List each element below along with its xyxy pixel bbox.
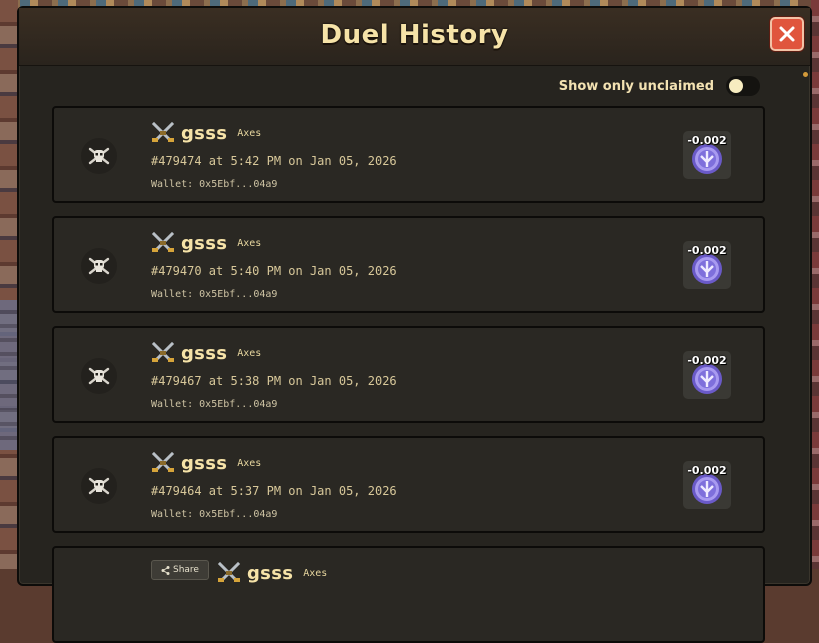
reward-amount: -0.002 [687, 464, 727, 477]
reward-amount: -0.002 [687, 244, 727, 257]
opponent-name: gsss [181, 122, 228, 144]
share-button[interactable]: Share [151, 560, 209, 580]
duel-meta: #479467 at 5:38 PM on Jan 05, 2026 [151, 374, 397, 388]
opponent-name: gsss [181, 452, 228, 474]
duel-title-row: gsss Axes [151, 232, 261, 254]
opponent-avatar [81, 358, 117, 394]
wallet-address: Wallet: 0x5Ebf...04a9 [151, 179, 278, 190]
purple-coin-icon [692, 254, 722, 284]
weapon-type: Axes [237, 347, 262, 359]
crossed-swords-icon [151, 342, 175, 363]
opponent-avatar [81, 138, 117, 174]
wallet-address: Wallet: 0x5Ebf...04a9 [151, 509, 278, 520]
duel-title-row: gsss Axes [217, 562, 327, 584]
duel-card[interactable]: gsss Axes #479467 at 5:38 PM on Jan 05, … [52, 326, 765, 423]
skull-crossbones-icon [88, 367, 110, 385]
weapon-type: Axes [237, 457, 262, 469]
opponent-name: gsss [181, 342, 228, 364]
close-icon [779, 26, 795, 42]
scroll-indicator-dot [803, 72, 808, 77]
wallet-address: Wallet: 0x5Ebf...04a9 [151, 399, 278, 410]
skull-crossbones-icon [88, 477, 110, 495]
purple-coin-icon [692, 364, 722, 394]
weapon-type: Axes [237, 237, 262, 249]
wallet-address: Wallet: 0x5Ebf...04a9 [151, 289, 278, 300]
reward-badge[interactable]: -0.002 [683, 351, 731, 399]
modal-header: Duel History [19, 8, 810, 66]
duel-card[interactable]: gsss Axes #479474 at 5:42 PM on Jan 05, … [52, 106, 765, 203]
duel-meta: #479470 at 5:40 PM on Jan 05, 2026 [151, 264, 397, 278]
crossed-swords-icon [217, 562, 241, 583]
crossed-swords-icon [151, 122, 175, 143]
opponent-name: gsss [181, 232, 228, 254]
share-icon [161, 565, 170, 575]
background-right-strip [811, 0, 819, 569]
duel-history-modal: Duel History Show only unclaimed gsss Ax… [17, 6, 812, 643]
unclaimed-filter: Show only unclaimed [559, 76, 760, 96]
weapon-type: Axes [237, 127, 262, 139]
purple-coin-icon [692, 474, 722, 504]
opponent-name: gsss [247, 562, 294, 584]
crossed-swords-icon [151, 452, 175, 473]
reward-badge[interactable]: -0.002 [683, 131, 731, 179]
reward-amount: -0.002 [687, 134, 727, 147]
duel-card[interactable]: gsss Axes #479464 at 5:37 PM on Jan 05, … [52, 436, 765, 533]
crossed-swords-icon [151, 232, 175, 253]
opponent-avatar [81, 248, 117, 284]
duel-title-row: gsss Axes [151, 122, 261, 144]
toggle-label: Show only unclaimed [558, 78, 714, 94]
duel-card[interactable]: Share gsss Axes [52, 546, 765, 643]
duel-meta: #479464 at 5:37 PM on Jan 05, 2026 [151, 484, 397, 498]
share-label: Share [173, 565, 199, 575]
duel-title-row: gsss Axes [151, 452, 261, 474]
modal-title: Duel History [320, 20, 509, 50]
toggle-knob [729, 79, 743, 93]
duel-card[interactable]: gsss Axes #479470 at 5:40 PM on Jan 05, … [52, 216, 765, 313]
reward-badge[interactable]: -0.002 [683, 241, 731, 289]
skull-crossbones-icon [88, 147, 110, 165]
skull-crossbones-icon [88, 257, 110, 275]
opponent-avatar [81, 468, 117, 504]
weapon-type: Axes [303, 567, 328, 579]
purple-coin-icon [692, 144, 722, 174]
close-button[interactable] [770, 17, 804, 51]
reward-amount: -0.002 [687, 354, 727, 367]
reward-badge[interactable]: -0.002 [683, 461, 731, 509]
duel-title-row: gsss Axes [151, 342, 261, 364]
duel-meta: #479474 at 5:42 PM on Jan 05, 2026 [151, 154, 397, 168]
background-left-strip [0, 0, 18, 569]
unclaimed-toggle[interactable] [726, 76, 760, 96]
